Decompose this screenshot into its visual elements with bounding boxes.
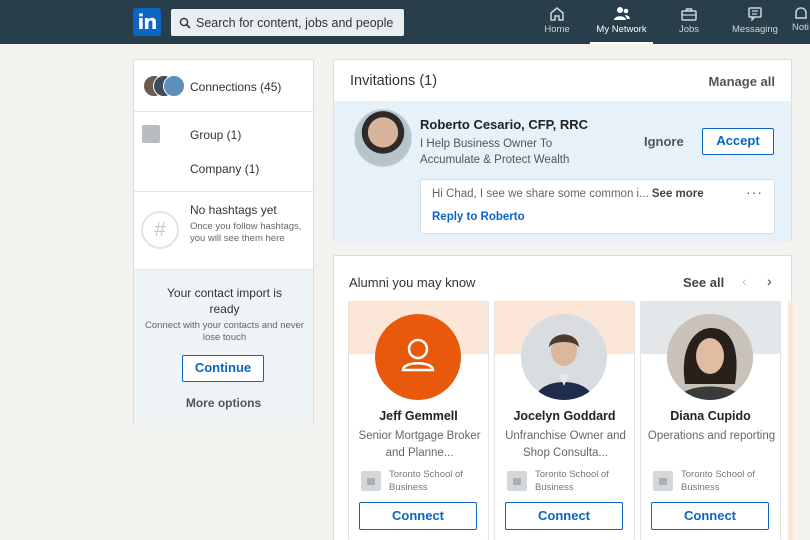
person-name[interactable]: Jeff Gemmell <box>349 409 488 423</box>
chevron-right-icon[interactable]: › <box>767 273 772 289</box>
nav-jobs-label: Jobs <box>678 24 700 35</box>
person-title: Unfranchise Owner and Shop Consulta... <box>505 430 626 459</box>
ignore-button[interactable]: Ignore <box>644 134 684 149</box>
message-preview: Hi Chad, I see we share some common i...… <box>432 188 704 200</box>
person-school: Toronto School of Business <box>653 468 775 498</box>
linkedin-logo[interactable]: in <box>133 8 161 36</box>
connect-button[interactable]: Connect <box>359 502 477 530</box>
nav-jobs[interactable]: Jobs <box>676 6 702 44</box>
see-all-link[interactable]: See all <box>683 275 724 290</box>
nav-notifications-label: Noti <box>792 22 809 33</box>
school-icon <box>653 471 673 491</box>
person-card[interactable]: Jeff Gemmell Senior Mortgage Broker and … <box>348 301 489 540</box>
avatar[interactable] <box>375 314 461 400</box>
nav-notifications[interactable]: Noti <box>792 6 810 44</box>
nav-messaging[interactable]: Messaging <box>729 6 781 44</box>
search-input[interactable] <box>196 15 396 30</box>
school-name: Toronto School of Business <box>389 469 463 493</box>
messaging-icon <box>748 7 762 22</box>
hashtags-description: Once you follow hashtags, you will see t… <box>190 221 302 244</box>
network-icon <box>613 7 630 20</box>
search-bar[interactable] <box>171 9 404 36</box>
person-card[interactable]: Jocelyn Goddard Unfranchise Owner and Sh… <box>494 301 635 540</box>
home-icon <box>550 7 564 21</box>
connections-row[interactable]: Connections (45) <box>134 60 313 112</box>
person-name[interactable]: Diana Cupido <box>641 409 780 423</box>
invitation-message: Hi Chad, I see we share some common i...… <box>420 179 775 234</box>
school-icon <box>361 471 381 491</box>
search-icon <box>179 17 191 29</box>
chevron-left-icon[interactable]: ‹ <box>742 273 747 289</box>
company-link[interactable]: Company (1) <box>190 162 259 176</box>
person-school: Toronto School of Business <box>507 468 629 498</box>
network-sidebar: Connections (45) Group (1) Company (1) #… <box>133 59 314 427</box>
more-actions-icon[interactable]: ··· <box>746 184 763 200</box>
invitations-heading: Invitations (1) <box>350 73 438 89</box>
connect-button[interactable]: Connect <box>505 502 623 530</box>
connections-label[interactable]: Connections (45) <box>190 80 281 94</box>
invitation-item: Roberto Cesario, CFP, RRC I Help Busines… <box>334 101 791 242</box>
school-name: Toronto School of Business <box>681 469 755 493</box>
reply-link[interactable]: Reply to Roberto <box>432 211 525 223</box>
inviter-name[interactable]: Roberto Cesario, CFP, RRC <box>420 117 588 132</box>
import-title: Your contact import is ready <box>167 286 282 316</box>
connections-avatars <box>143 75 185 97</box>
contact-import-section: Your contact import is ready Connect wit… <box>134 270 313 427</box>
person-photo <box>521 314 607 400</box>
nav-my-network[interactable]: My Network <box>590 6 653 44</box>
see-more-link[interactable]: See more <box>652 188 704 200</box>
nav-home-label: Home <box>544 24 570 35</box>
alumni-card: Alumni you may know See all ‹ › Jeff Gem… <box>333 255 793 540</box>
hashtags-title: No hashtags yet <box>190 203 277 217</box>
nav-my-network-label: My Network <box>596 24 647 35</box>
alumni-heading: Alumni you may know <box>349 275 476 290</box>
invitations-card: Invitations (1) Manage all Roberto Cesar… <box>333 59 792 242</box>
message-preview-text: Hi Chad, I see we share some common i... <box>432 188 649 200</box>
nav-messaging-label: Messaging <box>732 24 778 35</box>
person-title: Senior Mortgage Broker and Planne... <box>358 430 481 459</box>
person-card[interactable]: Diana Cupido Operations and reporting To… <box>640 301 781 540</box>
avatar <box>163 75 185 97</box>
groups-section: Group (1) Company (1) <box>134 112 313 192</box>
connect-button[interactable]: Connect <box>651 502 769 530</box>
briefcase-icon <box>681 8 697 21</box>
avatar[interactable] <box>521 314 607 400</box>
notifications-icon <box>795 7 807 19</box>
manage-all-link[interactable]: Manage all <box>709 74 775 89</box>
avatar[interactable] <box>354 109 412 167</box>
group-icon <box>142 125 160 143</box>
next-card-peek <box>788 301 793 540</box>
hashtag-icon: # <box>141 211 179 249</box>
continue-button[interactable]: Continue <box>182 355 264 382</box>
person-name[interactable]: Jocelyn Goddard <box>495 409 634 423</box>
nav-home[interactable]: Home <box>541 6 573 44</box>
default-person-icon <box>401 338 435 372</box>
hashtags-section: # No hashtags yet Once you follow hashta… <box>134 192 313 270</box>
school-icon <box>507 471 527 491</box>
person-title: Operations and reporting <box>647 430 776 442</box>
person-photo <box>667 314 753 400</box>
avatar[interactable] <box>667 314 753 400</box>
import-description: Connect with your contacts and never los… <box>145 320 304 343</box>
top-navigation-bar: in Home My Network Jobs Messaging Noti <box>0 0 810 44</box>
school-name: Toronto School of Business <box>535 469 609 493</box>
groups-link[interactable]: Group (1) <box>190 128 241 142</box>
person-school: Toronto School of Business <box>361 468 483 498</box>
inviter-headline: I Help Business Owner To Accumulate & Pr… <box>420 138 570 166</box>
accept-button[interactable]: Accept <box>702 128 774 155</box>
more-options-link[interactable]: More options <box>134 396 313 410</box>
